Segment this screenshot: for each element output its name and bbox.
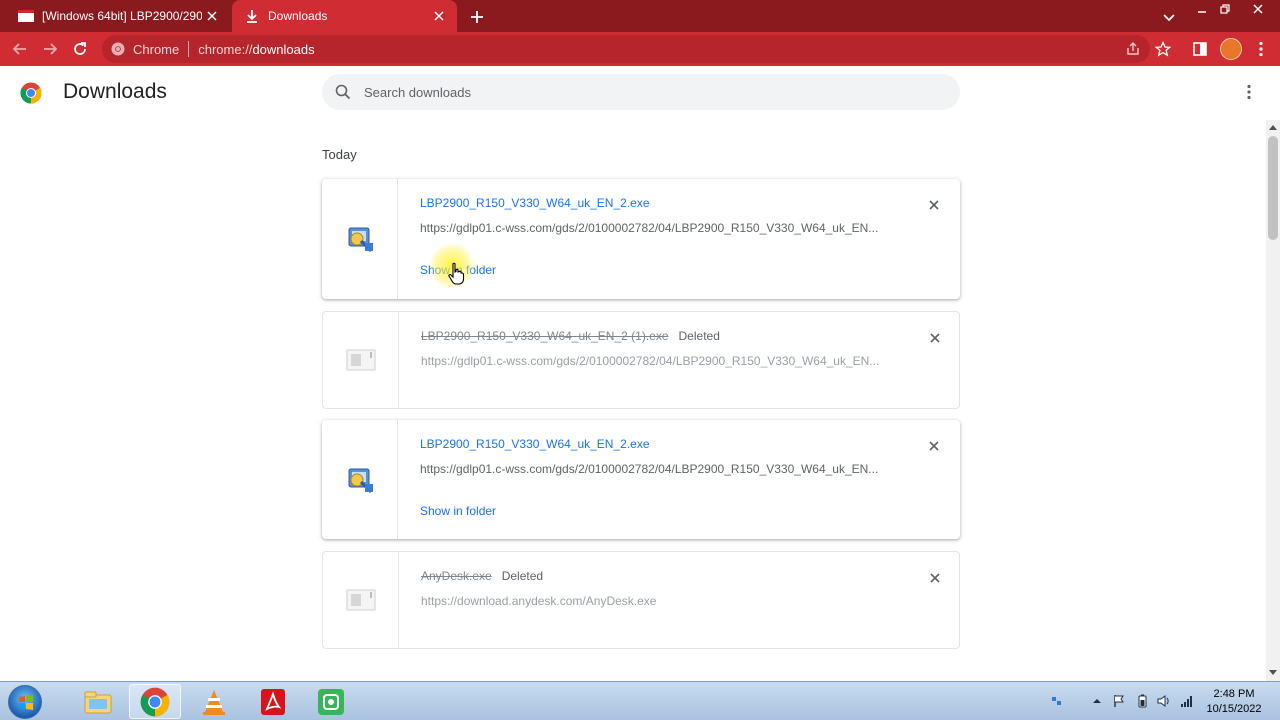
share-icon[interactable]	[1122, 38, 1144, 60]
generic-file-icon	[346, 349, 375, 371]
file-name-link[interactable]: LBP2900_R150_V330_W64_uk_EN_2.exe	[420, 437, 650, 451]
chrome-small-icon	[111, 42, 125, 56]
forward-icon[interactable]	[39, 38, 61, 60]
action-center-flag-icon[interactable]	[1112, 694, 1126, 708]
network-activity-icon[interactable]	[1050, 694, 1064, 708]
scroll-up-arrow-icon[interactable]	[1268, 122, 1278, 132]
tab-lbp2900[interactable]: [Windows 64bit] LBP2900/2900B	[8, 0, 230, 32]
file-source-url[interactable]: https://gdlp01.c-wss.com/gds/2/010000278…	[420, 221, 878, 235]
clock-date: 10/15/2022	[1206, 703, 1262, 715]
installer-file-icon	[348, 468, 373, 493]
file-explorer-icon[interactable]	[72, 684, 124, 719]
file-name: LBP2900_R150_V330_W64_uk_EN_2 (1).exe	[421, 329, 669, 343]
scrollbar-thumb[interactable]	[1268, 136, 1278, 240]
date-section-header: Today	[322, 147, 357, 162]
more-actions-icon[interactable]	[1240, 82, 1258, 102]
canon-favicon-icon	[18, 8, 34, 24]
file-name: AnyDesk.exe	[421, 569, 492, 583]
reload-icon[interactable]	[69, 38, 91, 60]
acrobat-icon[interactable]	[247, 684, 299, 719]
windows-logo-icon	[19, 695, 33, 710]
site-chip-label: Chrome	[133, 41, 180, 57]
clock-time: 2:48 PM	[1213, 688, 1255, 700]
download-item: LBP2900_R150_V330_W64_uk_EN_2.exe https:…	[322, 420, 960, 539]
volume-icon[interactable]	[1157, 694, 1171, 708]
profile-avatar[interactable]	[1220, 38, 1242, 60]
tab-search-chevron-icon[interactable]	[1160, 8, 1178, 26]
file-source-url[interactable]: https://gdlp01.c-wss.com/gds/2/010000278…	[421, 354, 879, 368]
show-in-folder-link[interactable]: Show in folder	[420, 504, 496, 518]
chrome-icon[interactable]	[129, 684, 181, 719]
bookmark-star-icon[interactable]	[1152, 38, 1174, 60]
close-tab-icon[interactable]	[429, 6, 449, 26]
file-source-url[interactable]: https://gdlp01.c-wss.com/gds/2/010000278…	[420, 462, 878, 476]
scroll-down-arrow-icon[interactable]	[1268, 668, 1278, 678]
side-panel-icon[interactable]	[1189, 38, 1211, 60]
file-name-link[interactable]: LBP2900_R150_V330_W64_uk_EN_2.exe	[420, 196, 650, 210]
remove-item-icon[interactable]	[924, 195, 944, 215]
status-badge: Deleted	[678, 329, 720, 343]
file-source-url[interactable]: https://download.anydesk.com/AnyDesk.exe	[421, 594, 656, 608]
hand-cursor-icon	[447, 262, 465, 286]
restore-icon[interactable]	[1211, 0, 1239, 18]
tab-strip: [Windows 64bit] LBP2900/2900B Downloads	[0, 0, 1280, 32]
remove-item-icon[interactable]	[925, 328, 945, 348]
search-icon	[334, 83, 352, 101]
download-icon	[244, 8, 260, 24]
tab-title: [Windows 64bit] LBP2900/2900B	[42, 9, 202, 23]
show-hidden-icons-icon[interactable]	[1090, 694, 1104, 708]
browser-toolbar: Chrome chrome://downloads	[0, 32, 1280, 66]
windows-taskbar: 2:48 PM 10/15/2022	[0, 681, 1280, 720]
vlc-icon[interactable]	[188, 684, 240, 719]
download-item: LBP2900_R150_V330_W64_uk_EN_2.exe https:…	[322, 179, 960, 299]
url-scheme: chrome://	[198, 41, 253, 57]
close-tab-icon[interactable]	[202, 6, 222, 26]
chrome-logo-icon	[20, 82, 42, 104]
wifi-signal-icon[interactable]	[1180, 694, 1194, 708]
back-icon[interactable]	[9, 38, 31, 60]
remove-item-icon[interactable]	[925, 568, 945, 588]
search-downloads-input[interactable]	[364, 84, 924, 100]
download-item: AnyDesk.exe Deleted https://download.anyd…	[322, 551, 960, 649]
download-item: LBP2900_R150_V330_W64_uk_EN_2 (1).exe Del…	[322, 311, 960, 409]
site-info-chip[interactable]: Chrome	[102, 42, 179, 57]
generic-file-icon	[346, 589, 375, 611]
page-title: Downloads	[63, 80, 167, 103]
search-bar[interactable]	[322, 74, 960, 110]
new-tab-button[interactable]	[466, 6, 488, 28]
start-button[interactable]	[8, 685, 42, 719]
chrome-menu-icon[interactable]	[1250, 38, 1272, 60]
installer-file-icon	[348, 227, 373, 253]
screen-recorder-icon[interactable]	[305, 684, 357, 719]
downloads-page: Downloads Today LBP2900_R150_V330_W64_uk…	[0, 66, 1280, 681]
close-window-icon[interactable]	[1244, 0, 1272, 18]
taskbar-clock[interactable]: 2:48 PM 10/15/2022	[1200, 687, 1268, 717]
status-badge: Deleted	[501, 569, 544, 583]
battery-icon[interactable]	[1135, 694, 1149, 708]
tab-title: Downloads	[268, 9, 328, 23]
url-host: downloads	[252, 41, 315, 57]
remove-item-icon[interactable]	[924, 436, 944, 456]
tab-downloads[interactable]: Downloads	[232, 0, 457, 32]
address-bar[interactable]: Chrome chrome://downloads	[102, 35, 1150, 63]
